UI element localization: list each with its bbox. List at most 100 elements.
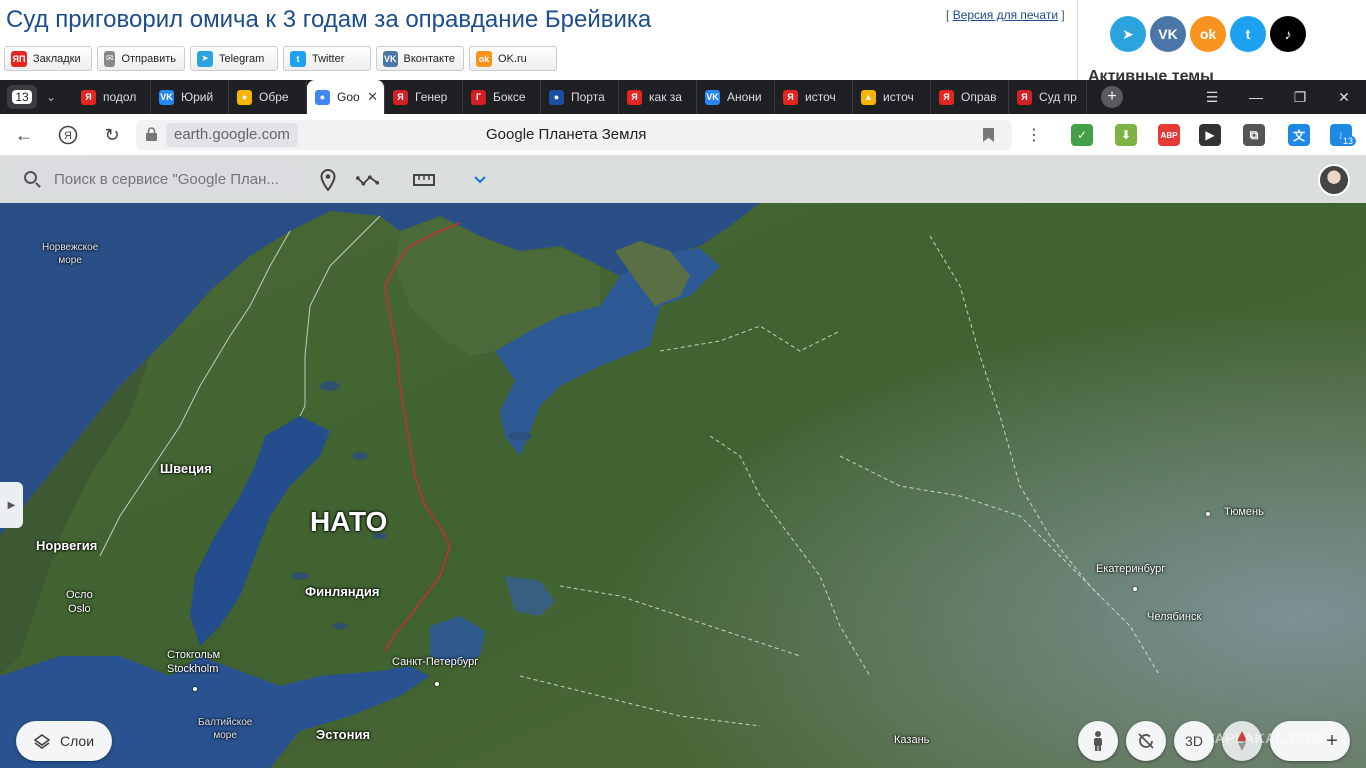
menu-icon[interactable]: ☰ [1190, 80, 1234, 114]
video-icon[interactable]: ▶ [1199, 124, 1221, 146]
kazan-label: Казань [894, 734, 930, 746]
browser-tab[interactable]: VK Юрий [151, 80, 229, 114]
page-title: Google Планета Земля [486, 126, 647, 143]
tab-counter[interactable]: 13 [7, 85, 37, 109]
article-title: Суд приговорил омича к 3 годам за оправд… [6, 6, 652, 33]
tab-title: Юрий [181, 90, 214, 104]
share-button-label: Twitter [312, 52, 345, 65]
browser-tab[interactable]: Я Генер [385, 80, 463, 114]
share-button-label: Отправить [121, 52, 176, 65]
browser-tab[interactable]: Я Суд пр [1009, 80, 1087, 114]
layers-button[interactable]: Слои [16, 721, 112, 761]
yandex-home-icon[interactable]: Я [56, 123, 80, 147]
mail-icon: ✉ [104, 50, 116, 67]
download-helper-icon[interactable]: ⬇ [1115, 124, 1137, 146]
pegman-button[interactable] [1078, 721, 1118, 761]
tab-title: Суд пр [1039, 90, 1077, 104]
estonia-label: Эстония [316, 727, 371, 742]
tab-strip: Яподол VK Юрий ● Обре ● Goo ✕ Я Генер Г Боксе ● Порта… [73, 80, 1087, 114]
share-button-label: Вконтакте [403, 52, 455, 65]
nato-label: НАТО [310, 506, 388, 537]
saint-petersburg-dot [435, 682, 439, 686]
share-button-label: OK.ru [498, 52, 527, 65]
pegman-icon [1094, 731, 1102, 751]
tiktok-icon[interactable]: ♪ [1270, 16, 1306, 52]
placemark-icon[interactable] [316, 168, 340, 192]
chelyabinsk-label: Челябинск [1147, 611, 1202, 623]
svg-text:Я: Я [64, 130, 72, 142]
close-window-button[interactable]: ✕ [1322, 80, 1366, 114]
odnoklassniki-icon[interactable]: ok [1190, 16, 1226, 52]
new-tab-button[interactable]: + [1101, 86, 1123, 108]
print-version: [ Версия для печати ] [946, 8, 1065, 22]
stockholm-label: Стокгольм Stockholm [167, 649, 221, 675]
search-input[interactable] [54, 169, 294, 189]
share-button-label: Telegram [219, 52, 265, 65]
browser-tab[interactable]: Яисточ [775, 80, 853, 114]
twitter-icon[interactable]: t [1230, 16, 1266, 52]
side-panel-toggle[interactable]: ▶ [0, 482, 23, 528]
browser-tab[interactable]: Г Боксе [463, 80, 541, 114]
avatar[interactable] [1318, 164, 1350, 196]
translate-icon[interactable]: 文 [1288, 124, 1310, 146]
adguard-icon[interactable]: ✓ [1071, 124, 1093, 146]
browser-tab[interactable]: VK Анони [697, 80, 775, 114]
earth-toolbar [0, 156, 1366, 203]
bookmark-icon[interactable] [983, 128, 994, 142]
print-version-link[interactable]: Версия для печати [953, 8, 1058, 22]
yekaterinburg-label: Екатеринбург [1096, 563, 1166, 575]
share-button-0[interactable]: ЯП Закладки [4, 46, 92, 71]
share-button-4[interactable]: VK Вконтакте [376, 46, 464, 71]
tab-title: Порта [571, 90, 605, 104]
telegram-icon[interactable]: ➤ [1110, 16, 1146, 52]
share-button-5[interactable]: ok OK.ru [469, 46, 557, 71]
odnoklassniki-icon: ok [476, 50, 492, 67]
more-menu-icon[interactable]: ⋮ [1022, 123, 1046, 147]
tab-title: Оправ [961, 90, 997, 104]
zoom-in-icon[interactable]: + [1326, 730, 1338, 753]
sweden-label: Швеция [160, 461, 212, 476]
path-icon[interactable] [356, 168, 380, 192]
url-text[interactable]: earth.google.com [166, 123, 298, 147]
tab-favicon-icon: Я [81, 89, 96, 105]
browser-tab[interactable]: Я Оправ [931, 80, 1009, 114]
adblock-icon[interactable]: ABP [1158, 124, 1180, 146]
tab-title: Обре [259, 90, 289, 104]
minimize-button[interactable]: — [1234, 80, 1278, 114]
share-button-2[interactable]: ➤ Telegram [190, 46, 278, 71]
tab-title: Анони [727, 90, 762, 104]
norwegian-sea-label: Норвежское море [42, 242, 99, 266]
oslo-label: Осло Oslo [66, 589, 93, 615]
vk-icon[interactable]: VK [1150, 16, 1186, 52]
close-tab-icon[interactable]: ✕ [367, 89, 378, 105]
back-arrow-icon[interactable]: ← [12, 123, 36, 147]
browser-tab[interactable]: Яподол [73, 80, 151, 114]
vk-icon: VK [383, 50, 398, 67]
browser-tab[interactable]: ● Обре [229, 80, 307, 114]
share-button-3[interactable]: t Twitter [283, 46, 371, 71]
tab-title: Goo [337, 90, 360, 104]
chevron-down-icon[interactable] [468, 168, 492, 192]
tabs-list-chevron-icon[interactable]: ⌄ [39, 85, 63, 109]
ruler-icon[interactable] [412, 168, 436, 192]
browser-tab[interactable]: ● Goo ✕ [307, 80, 385, 114]
address-bar: ← Я ↻ earth.google.com Google Планета Зе… [0, 114, 1366, 156]
browser-tab[interactable]: ▲ источ [853, 80, 931, 114]
earth-search[interactable] [8, 162, 300, 196]
window-controls: ☰ — ❐ ✕ [1190, 80, 1366, 114]
reset-orientation-button[interactable] [1126, 721, 1166, 761]
yandex-bookmarks-icon: ЯП [11, 50, 27, 67]
tab-title: Боксе [493, 90, 526, 104]
reload-icon[interactable]: ↻ [100, 123, 124, 147]
share-button-1[interactable]: ✉ Отправить [97, 46, 185, 71]
rotate-disabled-icon [1138, 733, 1154, 749]
extensions-icon[interactable]: ⧉ [1243, 124, 1265, 146]
omnibox[interactable]: earth.google.com Google Планета Земля [136, 120, 1012, 150]
share-buttons: ЯП Закладки ✉ Отправить ➤ Telegram t Twitter VK В… [4, 46, 557, 71]
tab-title: как за [649, 90, 682, 104]
yekaterinburg-dot [1133, 587, 1137, 591]
earth-viewport[interactable]: Норвежскоеморе Швеция Норвегия НАТО Финл… [0, 156, 1366, 768]
browser-tab[interactable]: ● Порта [541, 80, 619, 114]
restore-button[interactable]: ❐ [1278, 80, 1322, 114]
browser-tab[interactable]: Якак за [619, 80, 697, 114]
